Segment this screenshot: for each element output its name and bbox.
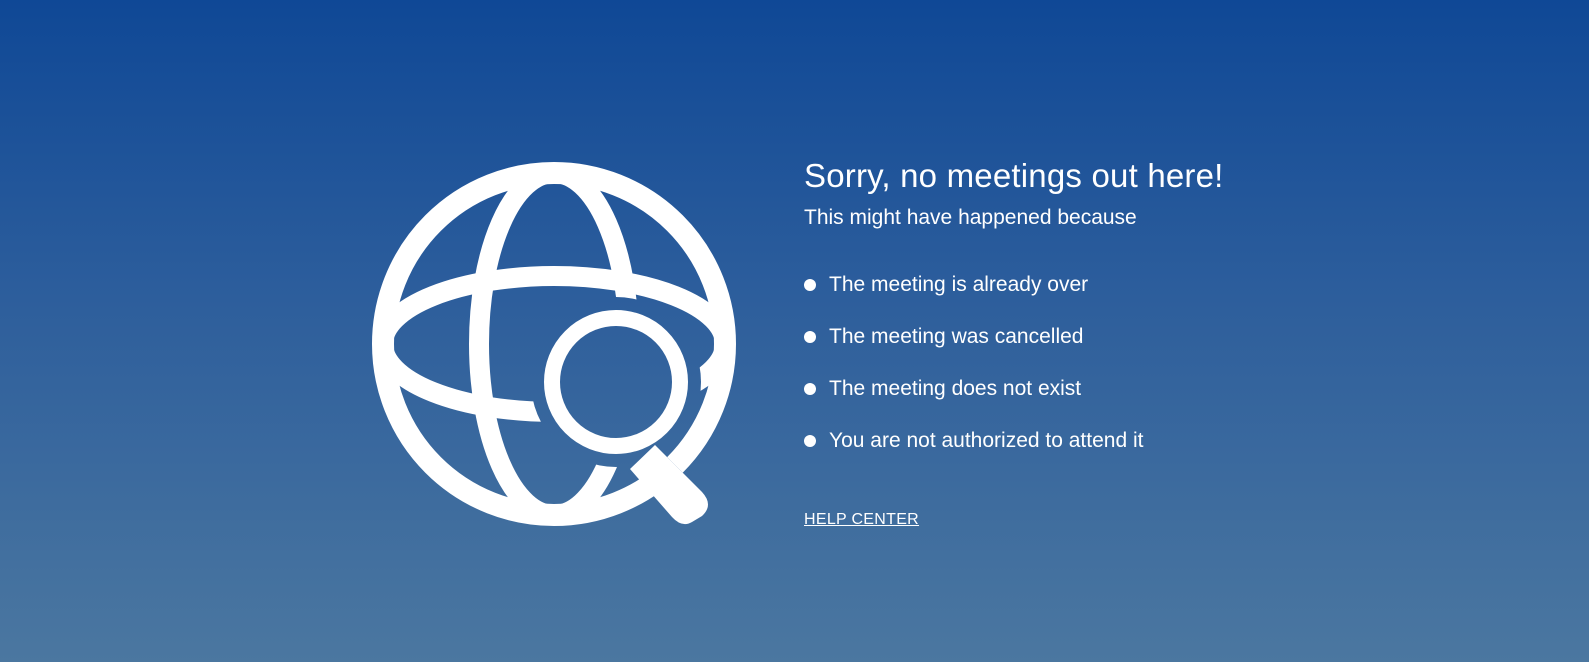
list-item: The meeting does not exist — [804, 363, 1504, 415]
reason-text: The meeting is already over — [829, 273, 1089, 296]
list-item: You are not authorized to attend it — [804, 415, 1504, 467]
reason-text: You are not authorized to attend it — [829, 429, 1144, 452]
bullet-icon — [804, 383, 816, 395]
reason-text: The meeting does not exist — [829, 377, 1082, 400]
bullet-icon — [804, 435, 816, 447]
bullet-icon — [804, 331, 816, 343]
globe-search-icon — [372, 160, 742, 530]
list-item: The meeting was cancelled — [804, 311, 1504, 363]
reason-text: The meeting was cancelled — [829, 325, 1084, 348]
help-center-link[interactable]: HELP CENTER — [804, 511, 919, 529]
error-content: Sorry, no meetings out here! This might … — [804, 156, 1504, 529]
bullet-icon — [804, 279, 816, 291]
list-item: The meeting is already over — [804, 259, 1504, 311]
error-subtitle: This might have happened because — [804, 206, 1137, 229]
error-title: Sorry, no meetings out here! — [804, 157, 1224, 194]
globe-search-illustration — [372, 162, 736, 526]
reason-list: The meeting is already over The meeting … — [804, 259, 1504, 467]
